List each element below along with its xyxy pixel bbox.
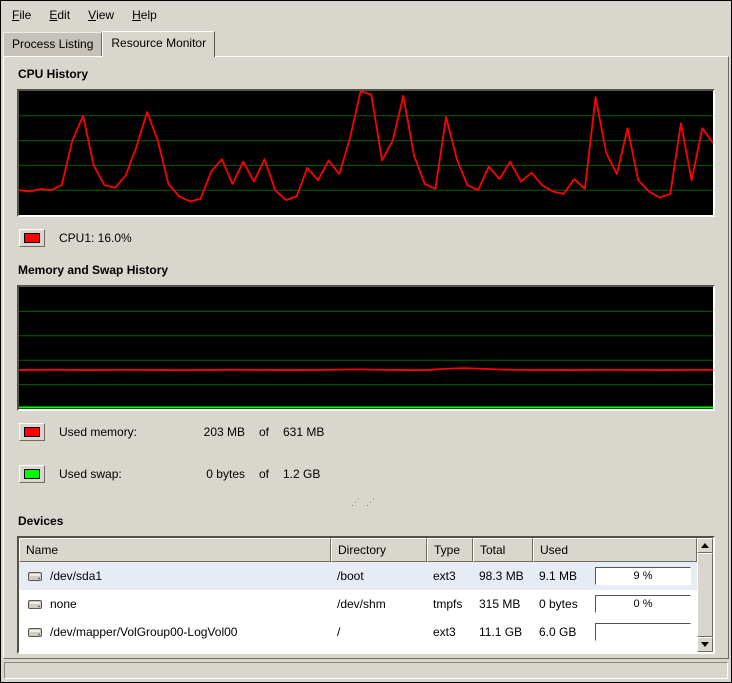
cpu-legend-row: CPU1: 16.0% [19, 227, 715, 249]
memory-swap-title: Memory and Swap History [18, 263, 715, 277]
device-directory: /dev/shm [337, 597, 386, 611]
used-swap-color-swatch [24, 469, 40, 479]
cpu-history-graph [17, 89, 715, 217]
cpu-history-chart [19, 91, 713, 215]
cpu1-color-swatch [24, 233, 40, 243]
devices-table-header: Name Directory Type Total Used [19, 538, 697, 562]
used-swap-of: of [245, 467, 283, 481]
cpu1-legend-label: CPU1: 16.0% [59, 231, 132, 245]
column-header-used[interactable]: Used [533, 538, 697, 562]
disk-icon [27, 597, 44, 611]
devices-scrollbar[interactable] [697, 538, 713, 652]
menu-help[interactable]: Help [123, 1, 166, 29]
scroll-down-button[interactable] [697, 637, 713, 652]
device-name: /dev/mapper/VolGroup00-LogVol00 [50, 625, 237, 639]
menu-file[interactable]: File [3, 1, 40, 29]
tab-strip: Process Listing Resource Monitor [1, 29, 731, 56]
menu-edit[interactable]: Edit [40, 1, 79, 29]
memory-swap-graph [17, 285, 715, 411]
column-header-name[interactable]: Name [19, 538, 331, 562]
scrollbar-thumb[interactable] [697, 553, 713, 637]
usage-progressbar: 54 % [595, 623, 691, 641]
used-memory-label: Used memory: [59, 425, 167, 439]
progress-label: 54 % [596, 624, 690, 640]
column-header-directory[interactable]: Directory [331, 538, 427, 562]
device-used: 0 bytes [539, 597, 593, 611]
device-directory: / [337, 625, 340, 639]
tab-resource-monitor[interactable]: Resource Monitor [102, 31, 215, 57]
used-swap-total: 1.2 GB [283, 467, 320, 481]
menu-view[interactable]: View [79, 1, 123, 29]
device-directory: /boot [337, 569, 364, 583]
memory-swap-chart [19, 287, 713, 409]
used-swap-value: 0 bytes [167, 467, 245, 481]
devices-table: Name Directory Type Total Used /dev/sd [19, 538, 697, 652]
device-row-mapper-volgroup[interactable]: /dev/mapper/VolGroup00-LogVol00 / ext3 1… [19, 618, 697, 646]
disk-icon [27, 625, 44, 639]
column-header-type[interactable]: Type [427, 538, 473, 562]
used-swap-legend-row: Used swap: 0 bytes of 1.2 GB [19, 463, 715, 485]
device-type: tmpfs [433, 597, 462, 611]
cpu1-color-button[interactable] [19, 229, 45, 247]
usage-progressbar: 0 % [595, 595, 691, 613]
used-memory-color-button[interactable] [19, 423, 45, 441]
progress-label: 9 % [596, 568, 690, 584]
system-monitor-window: File Edit View Help Process Listing Reso… [0, 0, 732, 683]
usage-progressbar: 9 % [595, 567, 691, 585]
device-row-dev-sda1[interactable]: /dev/sda1 /boot ext3 98.3 MB 9.1 MB 9 % [19, 562, 697, 590]
used-memory-legend-row: Used memory: 203 MB of 631 MB [19, 421, 715, 443]
devices-title: Devices [18, 514, 715, 528]
used-swap-color-button[interactable] [19, 465, 45, 483]
used-memory-value: 203 MB [167, 425, 245, 439]
used-memory-of: of [245, 425, 283, 439]
menubar: File Edit View Help [1, 1, 731, 29]
progress-label: 0 % [596, 596, 690, 612]
device-name: none [50, 597, 77, 611]
used-memory-total: 631 MB [283, 425, 324, 439]
scroll-up-button[interactable] [697, 538, 713, 553]
device-type: ext3 [433, 625, 456, 639]
used-swap-label: Used swap: [59, 467, 167, 481]
tab-process-listing[interactable]: Process Listing [3, 32, 102, 56]
tab-label: Process Listing [12, 37, 93, 51]
device-used: 6.0 GB [539, 625, 593, 639]
used-memory-color-swatch [24, 427, 40, 437]
device-total: 98.3 MB [479, 569, 524, 583]
status-bar [4, 662, 728, 679]
down-arrow-icon [701, 642, 709, 647]
device-total: 11.1 GB [479, 625, 522, 639]
disk-icon [27, 569, 44, 583]
device-type: ext3 [433, 569, 456, 583]
device-used: 9.1 MB [539, 569, 593, 583]
resource-monitor-page: CPU History CPU1: 16.0% Memory and Swap … [3, 56, 729, 659]
column-header-total[interactable]: Total [473, 538, 533, 562]
up-arrow-icon [701, 543, 709, 548]
pane-handle-grip[interactable]: ⋰⋰ [17, 497, 715, 508]
device-name: /dev/sda1 [50, 569, 102, 583]
cpu-history-title: CPU History [18, 67, 715, 81]
device-row-none[interactable]: none /dev/shm tmpfs 315 MB 0 bytes 0 % [19, 590, 697, 618]
device-total: 315 MB [479, 597, 520, 611]
tab-label: Resource Monitor [111, 36, 206, 50]
devices-table-frame: Name Directory Type Total Used /dev/sd [17, 536, 715, 654]
